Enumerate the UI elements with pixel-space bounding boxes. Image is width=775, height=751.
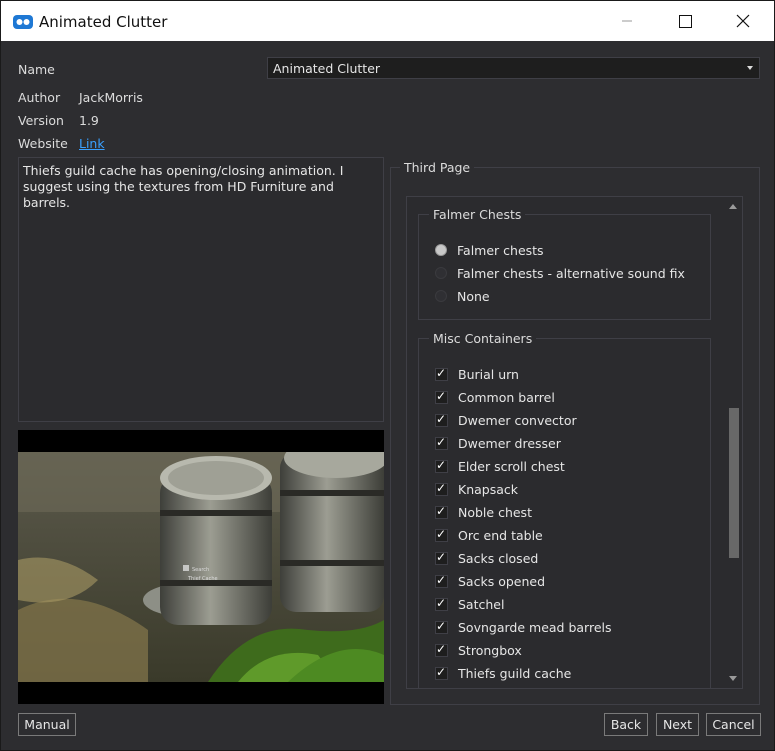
maximize-icon	[678, 14, 692, 28]
radio-button[interactable]	[435, 267, 447, 279]
checkbox-item[interactable]: Noble chest	[435, 503, 532, 521]
checkbox[interactable]	[435, 550, 448, 565]
checkbox-item[interactable]: Thiefs guild cache	[435, 664, 571, 682]
checkbox-label: Strongbox	[458, 642, 522, 658]
checkbox-label: Elder scroll chest	[458, 458, 565, 474]
options-scroll-area[interactable]: Falmer Chests Falmer chests Falmer chest…	[406, 196, 743, 689]
checkbox-label: Sovngarde mead barrels	[458, 619, 612, 635]
scroll-thumb[interactable]	[729, 408, 739, 558]
option-label: Falmer chests	[457, 242, 544, 258]
radio-none[interactable]: None	[435, 287, 490, 305]
checkbox-label: Dwemer dresser	[458, 435, 561, 451]
checkbox-item[interactable]: Elder scroll chest	[435, 457, 565, 475]
back-button[interactable]: Back	[604, 713, 648, 736]
option-label: Falmer chests - alternative sound fix	[457, 265, 685, 281]
author-value: JackMorris	[79, 90, 143, 105]
checkbox[interactable]	[435, 481, 448, 496]
checkbox[interactable]	[435, 435, 448, 450]
checkbox-item[interactable]: Sacks closed	[435, 549, 538, 567]
title-bar[interactable]: Animated Clutter	[1, 1, 774, 41]
minimize-button[interactable]	[598, 1, 656, 41]
author-label: Author	[18, 90, 61, 105]
checkbox-label: Burial urn	[458, 366, 519, 382]
option-label: None	[457, 288, 490, 304]
name-label: Name	[18, 62, 55, 77]
scroll-down-icon[interactable]	[729, 676, 737, 681]
website-link[interactable]: Link	[79, 136, 105, 151]
description-text: Thiefs guild cache has opening/closing a…	[18, 157, 384, 422]
mo-logo-icon	[13, 15, 33, 29]
checkbox[interactable]	[435, 573, 448, 588]
checkbox-item[interactable]: Common barrel	[435, 388, 555, 406]
checkbox-label: Satchel	[458, 596, 505, 612]
checkbox[interactable]	[435, 412, 448, 427]
checkbox[interactable]	[435, 665, 448, 680]
name-combobox[interactable]: Animated Clutter	[267, 57, 760, 79]
checkbox[interactable]	[435, 389, 448, 404]
checkbox-item[interactable]: Knapsack	[435, 480, 518, 498]
window-title: Animated Clutter	[39, 13, 168, 31]
checkbox-item[interactable]: Strongbox	[435, 641, 522, 659]
checkbox-label: Knapsack	[458, 481, 518, 497]
checkbox[interactable]	[435, 596, 448, 611]
cancel-button[interactable]: Cancel	[706, 713, 761, 736]
radio-falmer-chests[interactable]: Falmer chests	[435, 241, 544, 259]
checkbox-item[interactable]: Orc end table	[435, 526, 543, 544]
close-button[interactable]	[714, 1, 772, 41]
checkbox-label: Thiefs guild cache	[458, 665, 572, 681]
radio-button[interactable]	[435, 244, 447, 256]
radio-falmer-alt-sound[interactable]: Falmer chests - alternative sound fix	[435, 264, 685, 282]
checkbox[interactable]	[435, 458, 448, 473]
installer-window: Animated Clutter Name Animated Clutter A…	[0, 0, 775, 751]
version-value: 1.9	[79, 113, 99, 128]
checkbox[interactable]	[435, 366, 448, 381]
checkbox-item[interactable]: Sovngarde mead barrels	[435, 618, 612, 636]
checkbox-item[interactable]: Satchel	[435, 595, 504, 613]
prompt-target: Thief Cache	[187, 576, 218, 582]
next-button[interactable]: Next	[656, 713, 699, 736]
chevron-down-icon	[747, 66, 753, 70]
checkbox-item[interactable]: Dwemer convector	[435, 411, 577, 429]
checkbox[interactable]	[435, 642, 448, 657]
checkbox[interactable]	[435, 504, 448, 519]
page-title: Third Page	[400, 160, 475, 175]
key-prompt-icon	[183, 565, 189, 571]
manual-button[interactable]: Manual	[18, 713, 76, 736]
misc-containers-title: Misc Containers	[429, 331, 537, 346]
scroll-up-icon[interactable]	[729, 204, 737, 209]
website-label: Website	[18, 136, 68, 151]
prompt-action: Search	[192, 567, 209, 573]
vertical-scrollbar[interactable]	[725, 197, 742, 688]
preview-image: Search Thief Cache	[18, 430, 384, 704]
radio-button[interactable]	[435, 290, 447, 302]
checkbox-label: Sacks opened	[458, 573, 546, 589]
checkbox-item[interactable]: Dwemer dresser	[435, 434, 561, 452]
checkbox-label: Orc end table	[458, 527, 543, 543]
checkbox-label: Common barrel	[458, 389, 555, 405]
version-label: Version	[18, 113, 64, 128]
name-value: Animated Clutter	[273, 61, 381, 76]
falmer-chests-title: Falmer Chests	[429, 207, 526, 222]
checkbox[interactable]	[435, 527, 448, 542]
close-icon	[736, 14, 750, 28]
checkbox-label: Sacks closed	[458, 550, 539, 566]
checkbox-item[interactable]: Sacks opened	[435, 572, 545, 590]
barrels-screenshot: Search Thief Cache	[18, 430, 384, 704]
checkbox-label: Dwemer convector	[458, 412, 577, 428]
checkbox[interactable]	[435, 619, 448, 634]
minimize-icon	[622, 20, 632, 22]
checkbox-label: Noble chest	[458, 504, 532, 520]
checkbox-item[interactable]: Burial urn	[435, 365, 519, 383]
maximize-button[interactable]	[656, 1, 714, 41]
content-area: Name Animated Clutter Author JackMorris …	[5, 41, 770, 746]
